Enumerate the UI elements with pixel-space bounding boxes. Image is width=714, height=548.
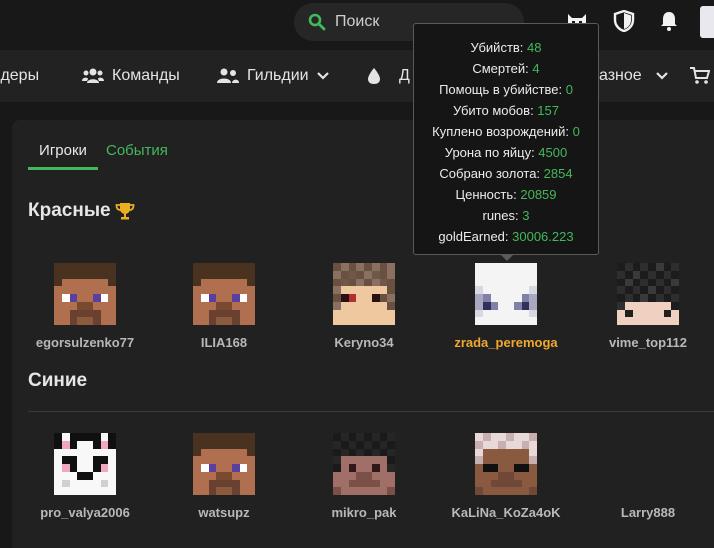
tooltip-stat-row: Ценность: 20859	[414, 184, 598, 205]
player-card[interactable]: Larry888	[578, 433, 714, 520]
player-head-avatar	[54, 433, 116, 495]
nav-teams-label: Команды	[112, 67, 180, 84]
drop-icon	[368, 68, 380, 84]
player-name[interactable]: watsupz	[154, 505, 294, 520]
nav-leaders[interactable]: Лидеры	[0, 50, 39, 102]
tooltip-stat-label: Убийств:	[470, 40, 528, 55]
tooltip-stat-value: 20859	[520, 187, 557, 202]
nav-shop[interactable]	[690, 50, 710, 102]
bell-icon[interactable]	[658, 10, 680, 32]
player-head-avatar	[54, 263, 116, 325]
tab-players[interactable]: Игроки	[28, 138, 98, 170]
player-card[interactable]: Keryno34	[294, 263, 434, 350]
player-card[interactable]: mikro_pak	[294, 433, 434, 520]
player-name[interactable]: vime_top112	[578, 335, 714, 350]
player-name[interactable]: pro_valya2006	[15, 505, 155, 520]
tooltip-stat-value: 3	[522, 208, 530, 223]
player-card[interactable]: ILIA168	[154, 263, 294, 350]
nav-donate-label: Д	[399, 67, 410, 84]
tooltip-stat-row: Куплено возрождений: 0	[414, 121, 598, 142]
player-head-avatar	[475, 433, 537, 495]
nav-teams[interactable]: Команды	[82, 50, 180, 102]
tooltip-stat-row: Убито мобов: 157	[414, 100, 598, 121]
top-bar: Поиск	[0, 0, 714, 44]
tooltip-stat-value: 48	[527, 40, 542, 55]
team-red-label: Красные	[28, 200, 111, 221]
player-head-avatar	[475, 263, 537, 325]
team-blue-label: Синие	[28, 370, 88, 391]
tooltip-stat-row: Помощь в убийстве: 0	[414, 79, 598, 100]
cart-icon	[690, 67, 710, 84]
tooltip-stat-row: runes: 3	[414, 205, 598, 226]
tooltip-stat-row: Урона по яйцу: 4500	[414, 142, 598, 163]
player-card[interactable]: zrada_peremoga	[436, 263, 576, 350]
nav-donate[interactable]: Д	[367, 50, 410, 102]
tooltip-stat-value: 4500	[538, 145, 568, 160]
team-blue-title: Синие	[28, 370, 87, 392]
users-icon	[82, 68, 104, 83]
tooltip-stat-label: Урона по яйцу:	[444, 145, 539, 160]
player-head-avatar	[617, 263, 679, 325]
divider	[28, 411, 714, 412]
player-card[interactable]: watsupz	[154, 433, 294, 520]
player-head-avatar	[333, 433, 395, 495]
player-name[interactable]: mikro_pak	[294, 505, 434, 520]
tooltip-stat-row: Смертей: 4	[414, 58, 598, 79]
player-name[interactable]: ILIA168	[154, 335, 294, 350]
nav-guilds[interactable]: Гильдии	[217, 50, 329, 102]
player-name[interactable]: egorsulzenko77	[15, 335, 155, 350]
player-card[interactable]: vime_top112	[578, 263, 714, 350]
search-icon	[308, 13, 326, 31]
nav-misc-label: азное	[599, 67, 642, 84]
player-head-avatar	[193, 433, 255, 495]
nav-bar: Лидеры Команды Гильдии Д азное	[0, 50, 714, 102]
tooltip-stat-label: Смертей:	[472, 61, 533, 76]
nav-leaders-label: Лидеры	[0, 67, 40, 84]
player-card[interactable]: egorsulzenko77	[15, 263, 155, 350]
user-avatar[interactable]	[700, 6, 714, 38]
tooltip-stat-value: 157	[537, 103, 559, 118]
tooltip-stat-row: goldEarned: 30006.223	[414, 226, 598, 247]
tooltip-stat-label: goldEarned:	[438, 229, 513, 244]
player-card[interactable]: pro_valya2006	[15, 433, 155, 520]
player-name[interactable]: KaLiNa_KoZa4oK	[436, 505, 576, 520]
tooltip-stat-label: Убито мобов:	[452, 103, 538, 118]
tooltip-stat-label: Ценность:	[455, 187, 521, 202]
tooltip-stat-label: runes:	[482, 208, 523, 223]
player-head-avatar	[193, 263, 255, 325]
user-group-icon	[217, 68, 239, 83]
player-name[interactable]: zrada_peremoga	[436, 335, 576, 350]
player-head-avatar	[333, 263, 395, 325]
tooltip-stat-value: 0	[572, 124, 580, 139]
player-stats-tooltip: Убийств: 48 Смертей: 4 Помощь в убийстве: …	[413, 23, 599, 255]
tooltip-stat-label: Собрано золота:	[439, 166, 544, 181]
player-name[interactable]: Keryno34	[294, 335, 434, 350]
chevron-down-icon	[655, 72, 668, 80]
chevron-down-icon	[316, 72, 329, 80]
tab-events[interactable]: События	[106, 138, 168, 170]
tooltip-stat-row: Убийств: 48	[414, 37, 598, 58]
tooltip-stat-value: 0	[565, 82, 573, 97]
nav-misc[interactable]: азное	[599, 50, 668, 102]
player-card[interactable]: KaLiNa_KoZa4oK	[436, 433, 576, 520]
trophy-icon	[115, 203, 135, 220]
tooltip-stat-row: Собрано золота: 2854	[414, 163, 598, 184]
search-placeholder: Поиск	[335, 13, 380, 30]
team-red-title: Красные	[28, 200, 135, 222]
tooltip-stat-value: 2854	[543, 166, 573, 181]
player-name[interactable]: Larry888	[578, 505, 714, 520]
tooltip-arrow	[500, 254, 514, 261]
tooltip-stat-value: 30006.223	[512, 229, 574, 244]
tooltip-stat-value: 4	[532, 61, 540, 76]
tooltip-stat-label: Помощь в убийстве:	[439, 82, 566, 97]
tooltip-stat-label: Куплено возрождений:	[432, 124, 573, 139]
nav-guilds-label: Гильдии	[247, 67, 309, 84]
shield-icon[interactable]	[613, 10, 635, 32]
